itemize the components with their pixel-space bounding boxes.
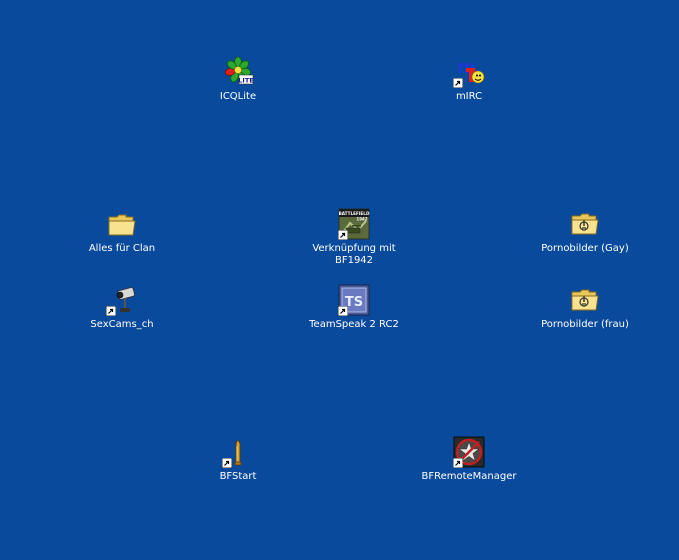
- desktop-icon-mirc[interactable]: m mIRC: [414, 56, 524, 103]
- desktop-icon-label: Pornobilder (Gay): [541, 243, 629, 254]
- shortcut-arrow-icon: [338, 230, 348, 240]
- shared-folder-icon: [569, 284, 601, 316]
- desktop-icon-icqlite[interactable]: LITE ICQLite: [183, 56, 293, 103]
- svg-text:1942: 1942: [356, 217, 367, 222]
- desktop-icon-label: Pornobilder (frau): [541, 319, 629, 330]
- mirc-icon: m: [453, 56, 485, 88]
- desktop-icon-sexcams-ch[interactable]: SexCams_ch: [67, 284, 177, 331]
- desktop-icon-bf1942-shortcut[interactable]: BATTLEFIELD 1942 Verknüpfung mit BF1942: [299, 208, 409, 267]
- desktop-icon-label: TeamSpeak 2 RC2: [309, 319, 399, 330]
- svg-text:LITE: LITE: [238, 77, 253, 85]
- desktop-icon-label: Verknüpfung mit BF1942: [312, 243, 396, 266]
- icq-flower-icon: LITE: [222, 56, 254, 88]
- desktop-icon-teamspeak[interactable]: TS TeamSpeak 2 RC2: [299, 284, 409, 331]
- teamspeak-icon: TS: [338, 284, 370, 316]
- webcam-icon: [106, 284, 138, 316]
- desktop-icon-label: BFRemoteManager: [421, 471, 517, 482]
- battlefield-1942-icon: BATTLEFIELD 1942: [338, 208, 370, 240]
- shortcut-arrow-icon: [453, 78, 463, 88]
- desktop-icon-label: BFStart: [219, 471, 257, 482]
- desktop-icon-bfremotemanager[interactable]: BFRemoteManager: [414, 436, 524, 483]
- shortcut-arrow-icon: [106, 306, 116, 316]
- desktop-icon-label: ICQLite: [219, 91, 257, 102]
- shortcut-arrow-icon: [222, 458, 232, 468]
- desktop-icon-pornobilder-gay[interactable]: Pornobilder (Gay): [530, 208, 640, 255]
- desktop-icon-bfstart[interactable]: BFStart: [183, 436, 293, 483]
- desktop-icon-label: Alles für Clan: [88, 243, 156, 254]
- desktop-icon-pornobilder-frau[interactable]: Pornobilder (frau): [530, 284, 640, 331]
- bullet-icon: [222, 436, 254, 468]
- shortcut-arrow-icon: [453, 458, 463, 468]
- desktop-icon-alles-fur-clan[interactable]: Alles für Clan: [67, 208, 177, 255]
- desktop: LITE ICQLite m mIRC Alles für Clan BATTL…: [0, 0, 679, 560]
- shared-folder-icon: [569, 208, 601, 240]
- desktop-icon-label: SexCams_ch: [90, 319, 154, 330]
- desktop-icon-label: mIRC: [455, 91, 483, 102]
- svg-text:BATTLEFIELD: BATTLEFIELD: [339, 211, 370, 216]
- folder-icon: [106, 208, 138, 240]
- shortcut-arrow-icon: [338, 306, 348, 316]
- bf-remote-manager-icon: [453, 436, 485, 468]
